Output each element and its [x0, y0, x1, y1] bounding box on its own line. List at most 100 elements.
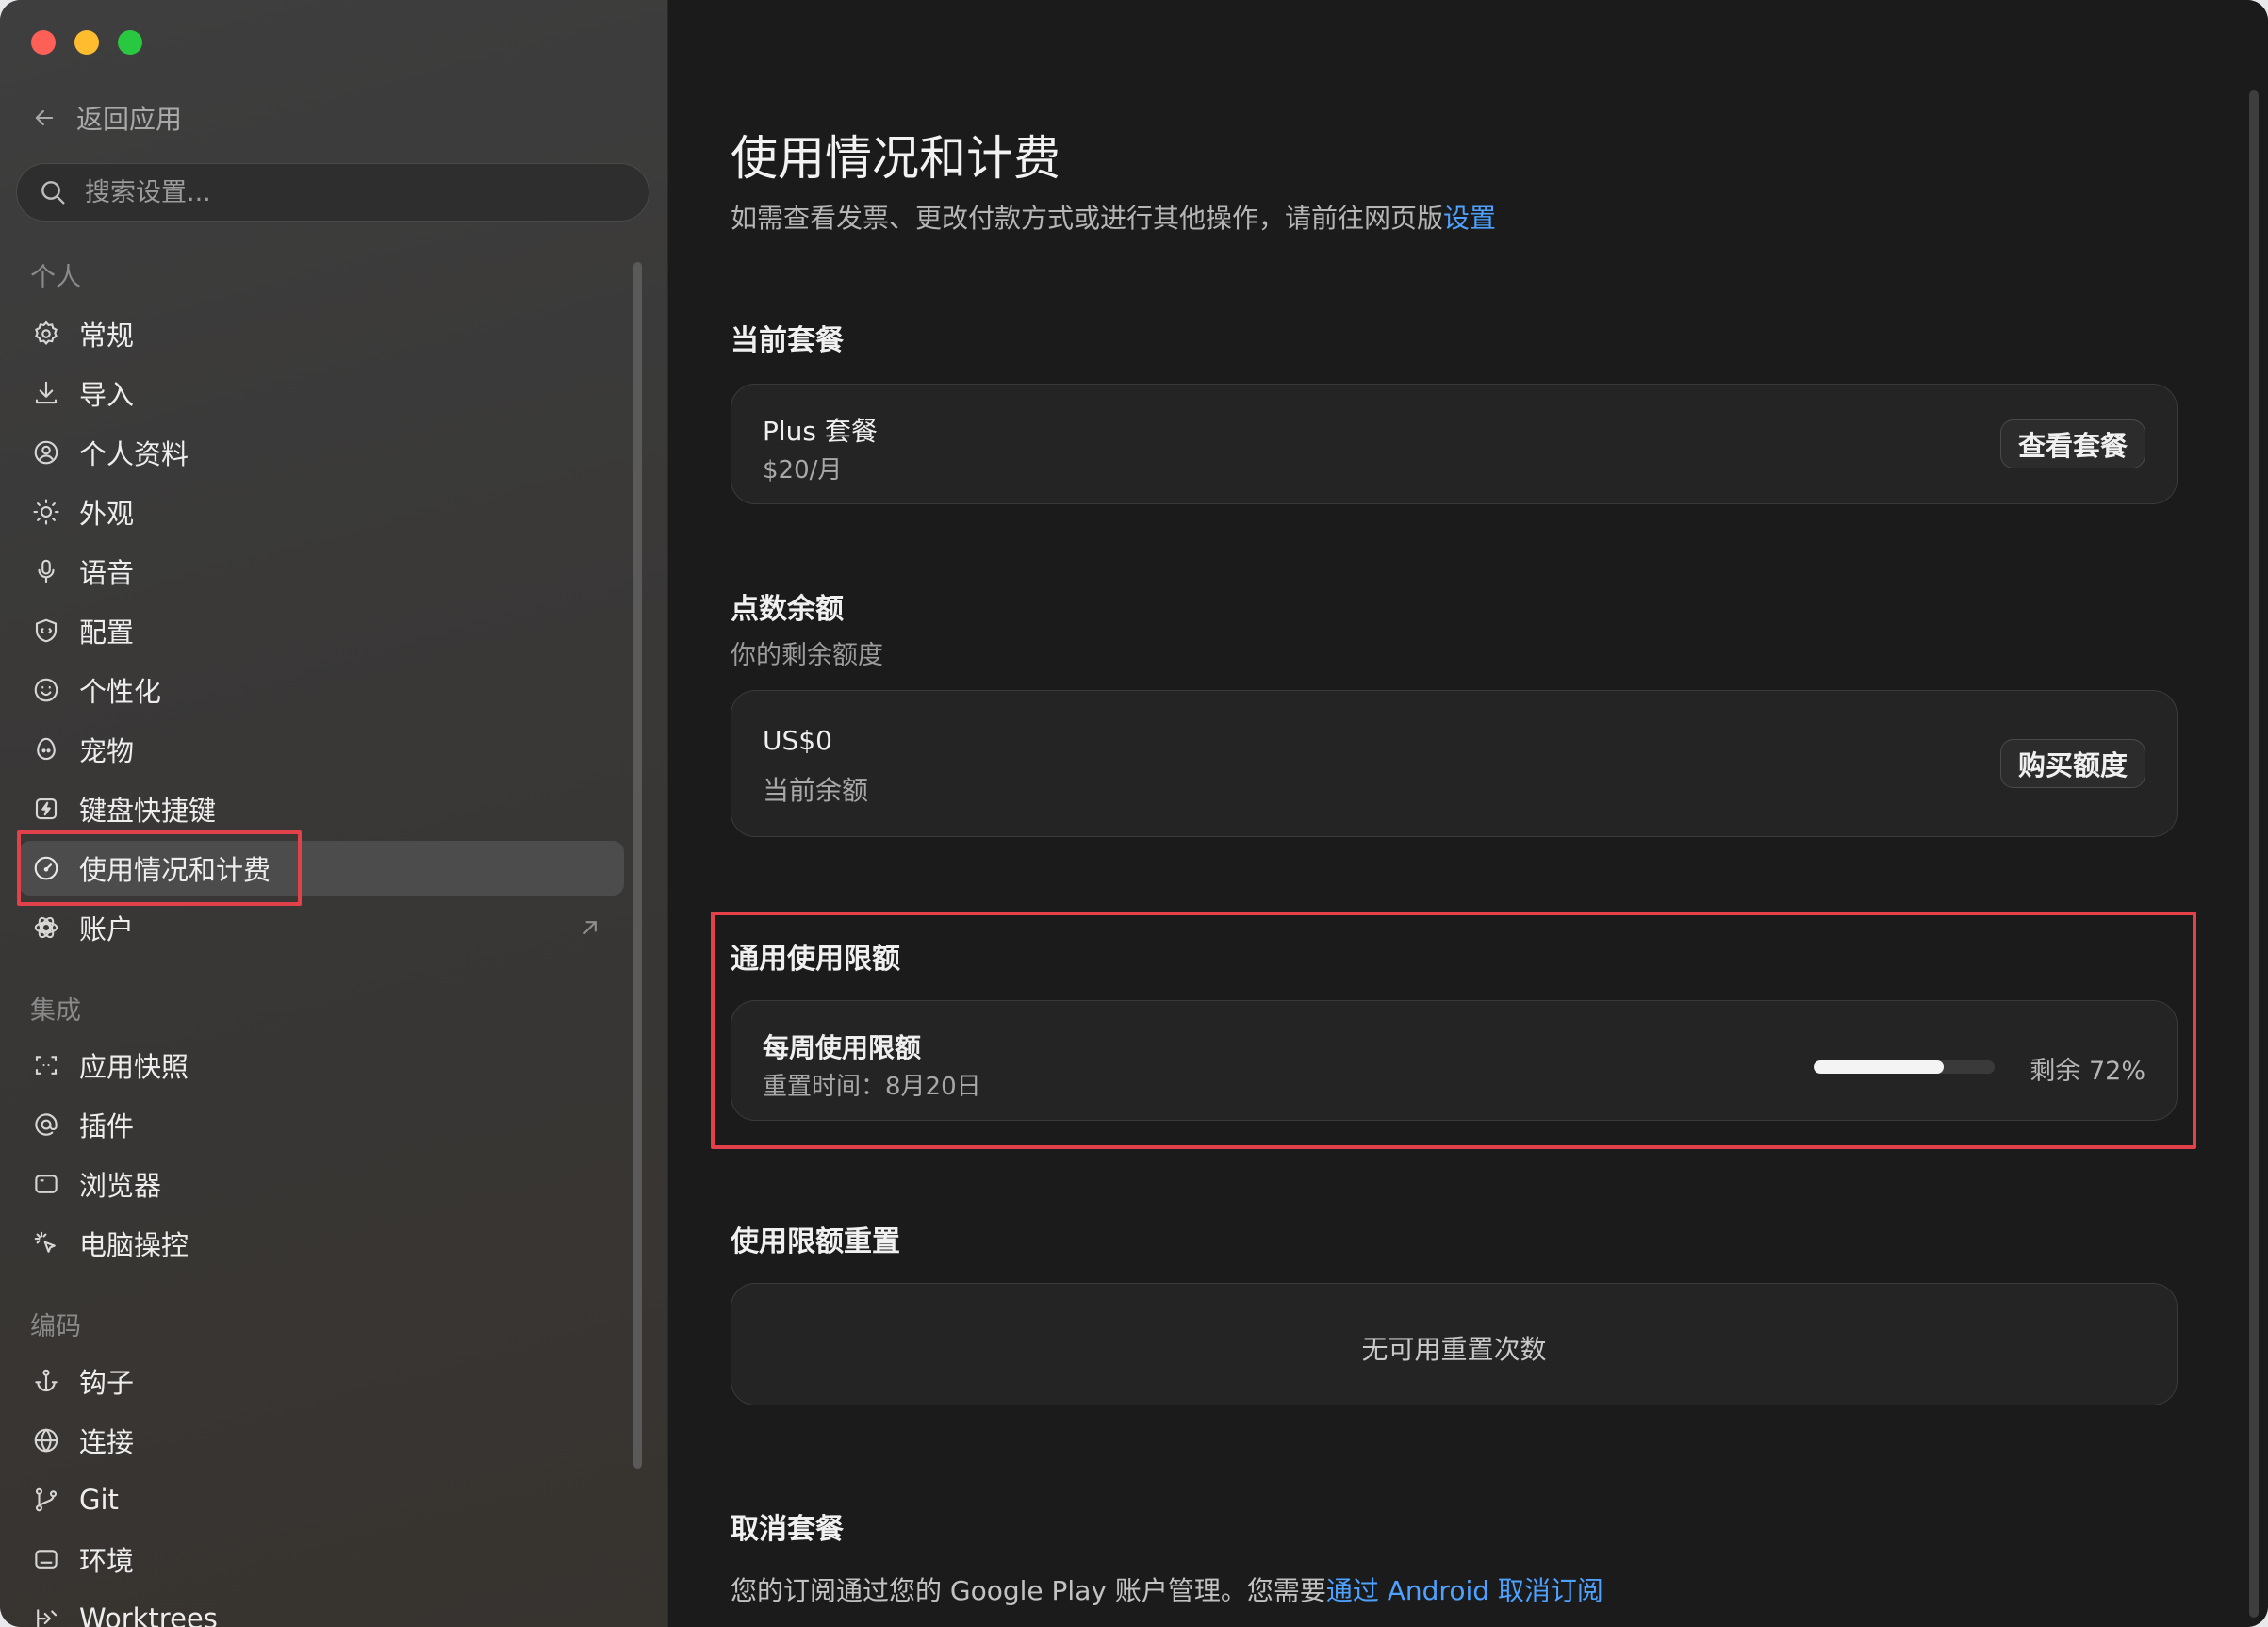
zoom-window-button[interactable]	[118, 30, 142, 55]
sidebar: 返回应用 个人 常规 导入 个人资料 外观 语音 配	[0, 0, 668, 1627]
weekly-limit-card: 每周使用限额 重置时间：8月20日 剩余 72%	[731, 1000, 2178, 1121]
search-icon	[41, 181, 65, 205]
sidebar-item-label: 键盘快捷键	[79, 795, 217, 827]
sidebar-scrollbar[interactable]	[633, 262, 642, 1469]
sidebar-item-plugins[interactable]: 插件	[19, 1097, 624, 1152]
sidebar-item-connections[interactable]: 连接	[19, 1413, 624, 1468]
terminal-window-icon	[32, 1545, 60, 1573]
search-settings-input[interactable]	[83, 176, 615, 208]
sidebar-item-label: 应用快照	[79, 1051, 189, 1083]
screenshot-frame-icon	[32, 1051, 60, 1079]
pet-egg-icon	[32, 735, 60, 764]
settings-web-link[interactable]: 设置	[1443, 203, 1496, 234]
settings-window: 返回应用 个人 常规 导入 个人资料 外观 语音 配	[0, 0, 2268, 1627]
sun-icon	[32, 498, 60, 526]
external-link-icon	[583, 921, 597, 934]
weekly-limit-reset-time: 重置时间：8月20日	[763, 1073, 981, 1101]
back-to-app-label: 返回应用	[76, 104, 183, 135]
search-settings-box[interactable]	[16, 163, 649, 222]
page-subtitle-text: 如需查看发票、更改付款方式或进行其他操作，请前往网页版	[731, 203, 1444, 234]
credit-balance-amount: US$0	[763, 725, 832, 756]
weekly-limit-progress-fill	[1814, 1060, 1945, 1074]
limit-reset-card: 无可用重置次数	[731, 1283, 2178, 1405]
minimize-window-button[interactable]	[74, 30, 99, 55]
limit-reset-heading: 使用限额重置	[731, 1225, 900, 1258]
sidebar-item-config[interactable]: 配置	[19, 603, 624, 658]
sidebar-item-label: 钩子	[79, 1367, 135, 1399]
sidebar-item-general[interactable]: 常规	[19, 306, 624, 361]
credits-heading: 点数余额	[731, 593, 844, 626]
cancel-plan-description: 您的订阅通过您的 Google Play 账户管理。您需要通过 Android …	[731, 1570, 1603, 1608]
sidebar-item-browser[interactable]: 浏览器	[19, 1157, 624, 1211]
sidebar-item-label: 账户	[79, 913, 135, 945]
sidebar-item-label: 电脑操控	[79, 1229, 189, 1261]
credits-description: 你的剩余额度	[731, 641, 883, 670]
shield-config-icon	[32, 616, 60, 645]
git-branch-icon	[32, 1486, 60, 1514]
back-to-app-button[interactable]: 返回应用	[31, 96, 182, 140]
sidebar-item-appearance[interactable]: 外观	[19, 485, 624, 539]
credit-balance-label: 当前余额	[763, 775, 869, 806]
sidebar-item-label: 语音	[79, 557, 135, 589]
sidebar-item-worktrees[interactable]: Worktrees	[19, 1591, 624, 1627]
sidebar-item-label: Git	[79, 1484, 119, 1516]
section-title-coding: 编码	[30, 1312, 81, 1341]
view-plans-button[interactable]: 查看套餐	[1999, 419, 2145, 468]
weekly-limit-title: 每周使用限额	[763, 1032, 922, 1063]
anchor-icon	[32, 1367, 60, 1395]
plan-price: $20/月	[763, 456, 843, 485]
current-plan-card: Plus 套餐 $20/月 查看套餐	[731, 384, 2178, 504]
openai-logo-icon	[32, 913, 60, 942]
gauge-icon	[32, 854, 60, 882]
sidebar-item-label: 浏览器	[79, 1170, 162, 1202]
sidebar-item-import[interactable]: 导入	[19, 366, 624, 420]
weekly-limit-progress-bar	[1814, 1060, 1995, 1074]
microphone-icon	[32, 557, 60, 585]
weekly-limit-remaining: 剩余 72%	[2030, 1057, 2145, 1086]
sidebar-item-personalization[interactable]: 个性化	[19, 663, 624, 717]
arrow-left-icon	[35, 109, 54, 126]
keyboard-bolt-icon	[32, 795, 60, 823]
sidebar-item-voice[interactable]: 语音	[19, 544, 624, 599]
sidebar-item-profile[interactable]: 个人资料	[19, 425, 624, 480]
sidebar-item-environment[interactable]: 环境	[19, 1532, 624, 1586]
sidebar-item-label: 常规	[79, 320, 135, 352]
sidebar-item-app-snapshot[interactable]: 应用快照	[19, 1038, 624, 1093]
page-title: 使用情况和计费	[731, 131, 1060, 186]
user-circle-icon	[32, 438, 60, 467]
sidebar-item-computer-use[interactable]: 电脑操控	[19, 1216, 624, 1271]
sidebar-item-label: 连接	[79, 1426, 135, 1458]
sidebar-item-label: 插件	[79, 1110, 135, 1142]
smile-icon	[32, 676, 60, 704]
download-icon	[32, 379, 60, 407]
section-title-personal: 个人	[30, 263, 81, 292]
main-scrollbar[interactable]	[2249, 90, 2259, 1618]
sidebar-item-label: 配置	[79, 616, 135, 649]
browser-window-icon	[32, 1170, 60, 1198]
at-sign-icon	[32, 1110, 60, 1139]
sidebar-item-label: 导入	[79, 379, 135, 411]
plan-name: Plus 套餐	[763, 416, 878, 447]
sidebar-item-label: 外观	[79, 498, 135, 530]
cancel-plan-heading: 取消套餐	[731, 1513, 844, 1546]
gear-icon	[32, 320, 60, 348]
sidebar-item-account[interactable]: 账户	[19, 900, 624, 955]
buy-credits-button[interactable]: 购买额度	[1999, 739, 2145, 788]
close-window-button[interactable]	[31, 30, 56, 55]
sidebar-item-label: Worktrees	[79, 1602, 218, 1627]
current-plan-heading: 当前套餐	[731, 324, 844, 357]
sidebar-item-keyboard-shortcuts[interactable]: 键盘快捷键	[19, 781, 624, 836]
cancel-plan-text: 您的订阅通过您的 Google Play 账户管理。您需要	[731, 1575, 1326, 1606]
globe-icon	[32, 1426, 60, 1454]
sidebar-item-git[interactable]: Git	[19, 1472, 624, 1527]
sidebar-item-pets[interactable]: 宠物	[19, 722, 624, 777]
sidebar-item-label: 个性化	[79, 676, 162, 708]
cancel-via-android-link[interactable]: 通过 Android 取消订阅	[1326, 1575, 1603, 1606]
sidebar-item-label: 个人资料	[79, 438, 189, 470]
sidebar-item-hooks[interactable]: 钩子	[19, 1354, 624, 1408]
sidebar-item-label: 环境	[79, 1545, 135, 1577]
section-title-integrations: 集成	[30, 996, 81, 1026]
sidebar-item-usage-billing[interactable]: 使用情况和计费	[19, 841, 624, 896]
cursor-click-icon	[32, 1229, 60, 1257]
worktree-icon	[32, 1604, 60, 1627]
